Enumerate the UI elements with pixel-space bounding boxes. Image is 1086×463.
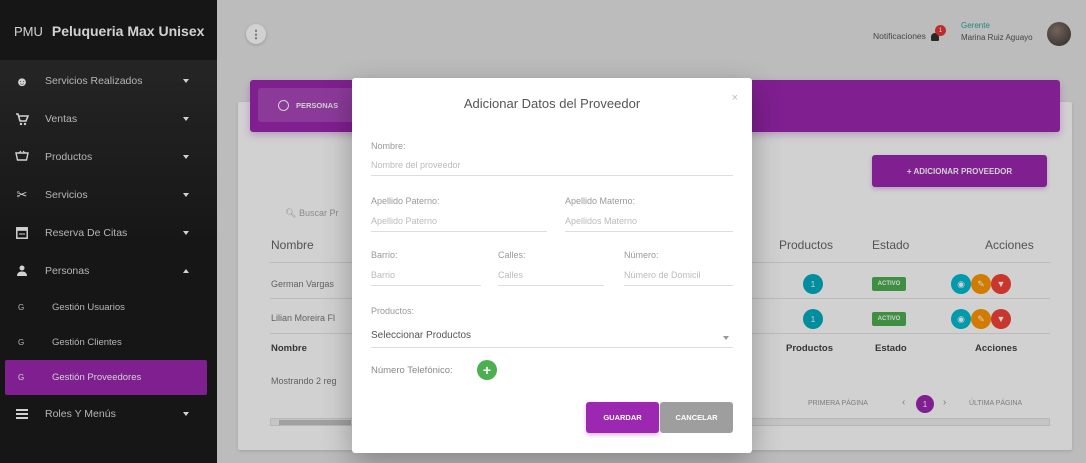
cancel-button[interactable]: CANCELAR: [660, 402, 733, 433]
apellido-materno-input[interactable]: Apellidos Materno: [565, 214, 733, 232]
productos-select[interactable]: Seleccionar Productos: [371, 330, 733, 348]
apellido-paterno-input[interactable]: Apellido Paterno: [371, 214, 547, 232]
apellido-materno-label: Apellido Materno:: [565, 196, 636, 206]
calles-label: Calles:: [498, 250, 526, 260]
nombre-label: Nombre:: [371, 141, 406, 151]
productos-label: Productos:: [371, 306, 415, 316]
numero-input[interactable]: Número de Domicil: [624, 268, 733, 286]
save-button[interactable]: GUARDAR: [586, 402, 659, 433]
productos-select-value: Seleccionar Productos: [371, 330, 472, 341]
plus-icon: +: [482, 362, 492, 378]
apellido-paterno-label: Apellido Paterno:: [371, 196, 440, 206]
add-phone-button[interactable]: +: [477, 360, 497, 380]
modal-title: Adicionar Datos del Proveedor: [463, 96, 641, 111]
calles-input[interactable]: Calles: [498, 268, 604, 286]
barrio-label: Barrio:: [371, 250, 398, 260]
add-provider-modal: Adicionar Datos del Proveedor × Nombre: …: [352, 78, 752, 453]
barrio-input[interactable]: Barrio: [371, 268, 481, 286]
close-icon[interactable]: ×: [732, 92, 738, 104]
numero-label: Número:: [624, 250, 659, 260]
caret-down-icon: [723, 336, 729, 340]
telefono-label: Número Telefónico:: [371, 365, 453, 376]
nombre-input[interactable]: Nombre del proveedor: [371, 158, 733, 176]
